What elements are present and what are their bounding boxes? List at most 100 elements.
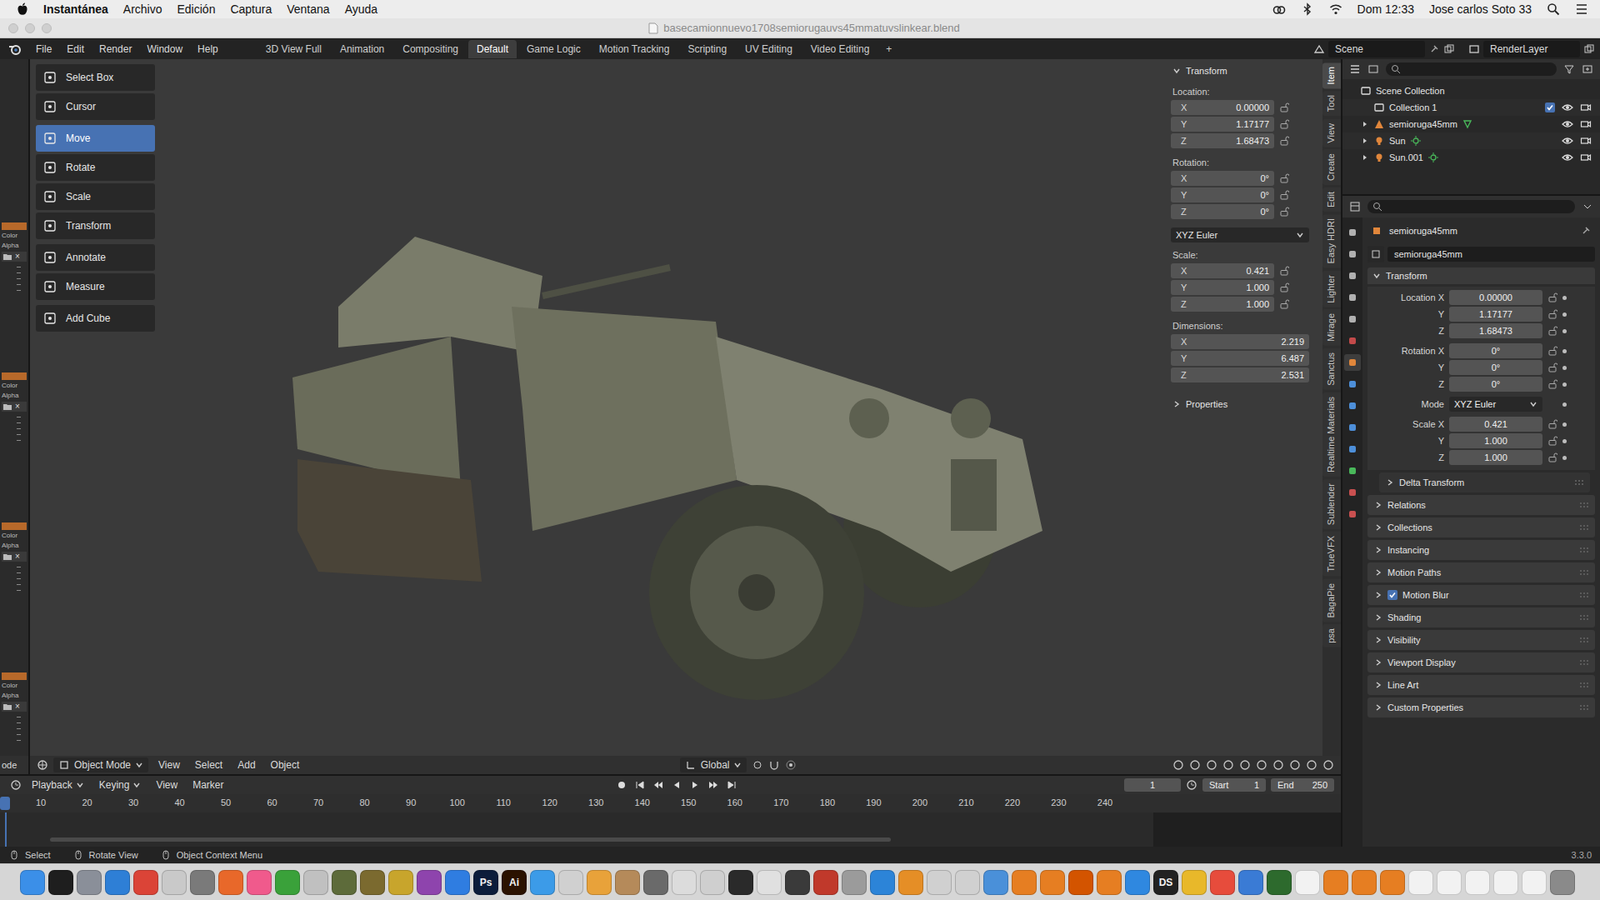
dimensions-field[interactable]: Y6.487 bbox=[1170, 350, 1310, 366]
strip-close-button[interactable]: × bbox=[15, 252, 20, 261]
next-keyframe-icon[interactable] bbox=[707, 779, 720, 791]
expand-arrow-icon[interactable] bbox=[1360, 120, 1370, 129]
outliner-search-field[interactable] bbox=[1385, 62, 1557, 76]
eye-icon[interactable] bbox=[1561, 135, 1574, 147]
dock-app-icon[interactable] bbox=[558, 870, 584, 895]
properties-tab[interactable] bbox=[1344, 397, 1361, 415]
tool-button[interactable]: Cursor bbox=[35, 93, 155, 120]
workspace-tab[interactable]: Animation bbox=[331, 40, 393, 59]
rotation-field[interactable]: Z0° bbox=[1170, 204, 1275, 220]
sidebar-tab[interactable]: Sanctus bbox=[1322, 348, 1341, 390]
properties-tab[interactable] bbox=[1344, 505, 1361, 523]
dock-app-icon[interactable] bbox=[1521, 870, 1547, 895]
duplicate-icon[interactable] bbox=[1583, 43, 1595, 55]
properties-tab[interactable] bbox=[1344, 440, 1361, 458]
dock-app-icon[interactable] bbox=[1408, 870, 1434, 895]
dock-app-icon[interactable] bbox=[133, 870, 159, 895]
top-menu-item[interactable]: Edit bbox=[60, 40, 90, 58]
properties-tab[interactable] bbox=[1344, 462, 1361, 480]
dock-app-icon[interactable] bbox=[983, 870, 1009, 895]
editor-type-icon[interactable] bbox=[1349, 63, 1361, 75]
drag-grip-icon[interactable] bbox=[1580, 547, 1589, 553]
sidebar-tab[interactable]: psa bbox=[1322, 624, 1341, 648]
display-mode-icon[interactable] bbox=[1367, 63, 1380, 75]
viewport-menu[interactable]: View bbox=[153, 757, 185, 773]
close-button[interactable] bbox=[8, 23, 19, 34]
rotation-field[interactable]: X0° bbox=[1170, 170, 1275, 186]
lock-icon[interactable] bbox=[1547, 292, 1558, 303]
orientation-dropdown[interactable]: Global bbox=[680, 757, 748, 773]
jump-end-icon[interactable] bbox=[725, 779, 738, 791]
workspace-tab[interactable]: Scripting bbox=[679, 40, 735, 59]
end-frame-field[interactable]: End250 bbox=[1270, 778, 1335, 792]
tool-button[interactable]: Add Cube bbox=[35, 305, 155, 332]
tool-button[interactable]: Transform bbox=[35, 212, 155, 240]
drag-grip-icon[interactable] bbox=[1580, 637, 1589, 643]
sidebar-tab[interactable]: Sublender bbox=[1322, 479, 1341, 530]
lock-icon[interactable] bbox=[1547, 419, 1558, 430]
drag-grip-icon[interactable] bbox=[1575, 480, 1584, 485]
frame-ruler[interactable]: 1020304050607080901001101201301401501601… bbox=[0, 794, 1341, 813]
start-frame-field[interactable]: Start1 bbox=[1202, 778, 1266, 792]
lock-icon[interactable] bbox=[1279, 265, 1290, 276]
mac-menu-item[interactable]: Edición bbox=[177, 2, 216, 16]
workspace-tab[interactable]: Default bbox=[468, 40, 517, 59]
dock-app-icon[interactable] bbox=[331, 870, 357, 895]
transform-panel-header[interactable]: Transform bbox=[1170, 62, 1318, 80]
top-menu-item[interactable]: Help bbox=[191, 40, 225, 58]
object-browse-icon[interactable] bbox=[1367, 245, 1385, 263]
property-number-field[interactable]: 0.421 bbox=[1449, 416, 1543, 432]
dock-app-icon[interactable] bbox=[388, 870, 414, 895]
strip-header[interactable]: ode bbox=[0, 755, 29, 775]
sidebar-tab[interactable]: Lighter bbox=[1322, 270, 1341, 308]
editor-type-icon[interactable] bbox=[10, 779, 22, 791]
dock-app-icon[interactable]: Ps bbox=[473, 870, 499, 895]
keyframe-dot-icon[interactable] bbox=[1562, 349, 1567, 354]
dock-app-icon[interactable] bbox=[1436, 870, 1462, 895]
zoom-button[interactable] bbox=[41, 23, 52, 34]
lock-icon[interactable] bbox=[1547, 345, 1558, 356]
mac-menu-item[interactable]: Captura bbox=[230, 2, 272, 16]
properties-tab[interactable] bbox=[1344, 267, 1361, 285]
transform-panel-header[interactable]: Transform bbox=[1367, 267, 1595, 285]
eye-icon[interactable] bbox=[1561, 151, 1574, 164]
dock-app-icon[interactable] bbox=[1550, 870, 1575, 895]
keyframe-dot-icon[interactable] bbox=[1562, 365, 1567, 370]
dock-app-icon[interactable] bbox=[671, 870, 697, 895]
timeline-menu[interactable]: Keying bbox=[94, 777, 147, 793]
tool-button[interactable]: Annotate bbox=[35, 244, 155, 271]
object-name-field[interactable]: semioruga45mm bbox=[1387, 246, 1595, 262]
properties-subpanel[interactable]: Shading bbox=[1367, 607, 1595, 628]
pin-icon[interactable] bbox=[1580, 225, 1592, 237]
properties-subpanel[interactable]: Line Art bbox=[1367, 675, 1595, 695]
dimensions-field[interactable]: X2.219 bbox=[1170, 334, 1310, 350]
dock-app-icon[interactable] bbox=[700, 870, 725, 895]
property-number-field[interactable]: 1.000 bbox=[1449, 433, 1543, 449]
dock-app-icon[interactable] bbox=[275, 870, 300, 895]
sidebar-tab[interactable]: BagaPie bbox=[1322, 579, 1341, 623]
scene-name-field[interactable]: Scene bbox=[1328, 40, 1425, 58]
drag-grip-icon[interactable] bbox=[1580, 660, 1589, 665]
dock-app-icon[interactable] bbox=[756, 870, 782, 895]
dock-app-icon[interactable] bbox=[1068, 870, 1094, 895]
timeline-menu[interactable]: View bbox=[150, 777, 183, 793]
eye-icon[interactable] bbox=[1561, 101, 1574, 114]
dock-app-icon[interactable] bbox=[1380, 870, 1405, 895]
viewport-option-icon[interactable] bbox=[1289, 759, 1301, 771]
lock-icon[interactable] bbox=[1279, 299, 1290, 310]
keyframe-dot-icon[interactable] bbox=[1562, 455, 1567, 460]
properties-subpanel[interactable]: Collections bbox=[1367, 517, 1595, 538]
properties-subpanel[interactable]: Delta Transform bbox=[1379, 472, 1590, 493]
mac-menu-item[interactable]: Ayuda bbox=[345, 2, 378, 16]
properties-subpanel[interactable]: Motion Blur bbox=[1367, 585, 1595, 605]
dock-app-icon[interactable] bbox=[813, 870, 839, 895]
dock-app-icon[interactable] bbox=[218, 870, 244, 895]
timeline-track-area[interactable] bbox=[0, 812, 1341, 847]
timeline-menu[interactable]: Marker bbox=[187, 777, 229, 793]
vehicle-model-render[interactable] bbox=[287, 235, 1063, 727]
strip-close-button[interactable]: × bbox=[15, 702, 20, 711]
viewport-menu[interactable]: Select bbox=[190, 757, 228, 773]
location-field[interactable]: X0.00000 bbox=[1170, 100, 1275, 115]
bluetooth-icon[interactable] bbox=[1300, 2, 1315, 16]
lock-icon[interactable] bbox=[1279, 173, 1290, 184]
